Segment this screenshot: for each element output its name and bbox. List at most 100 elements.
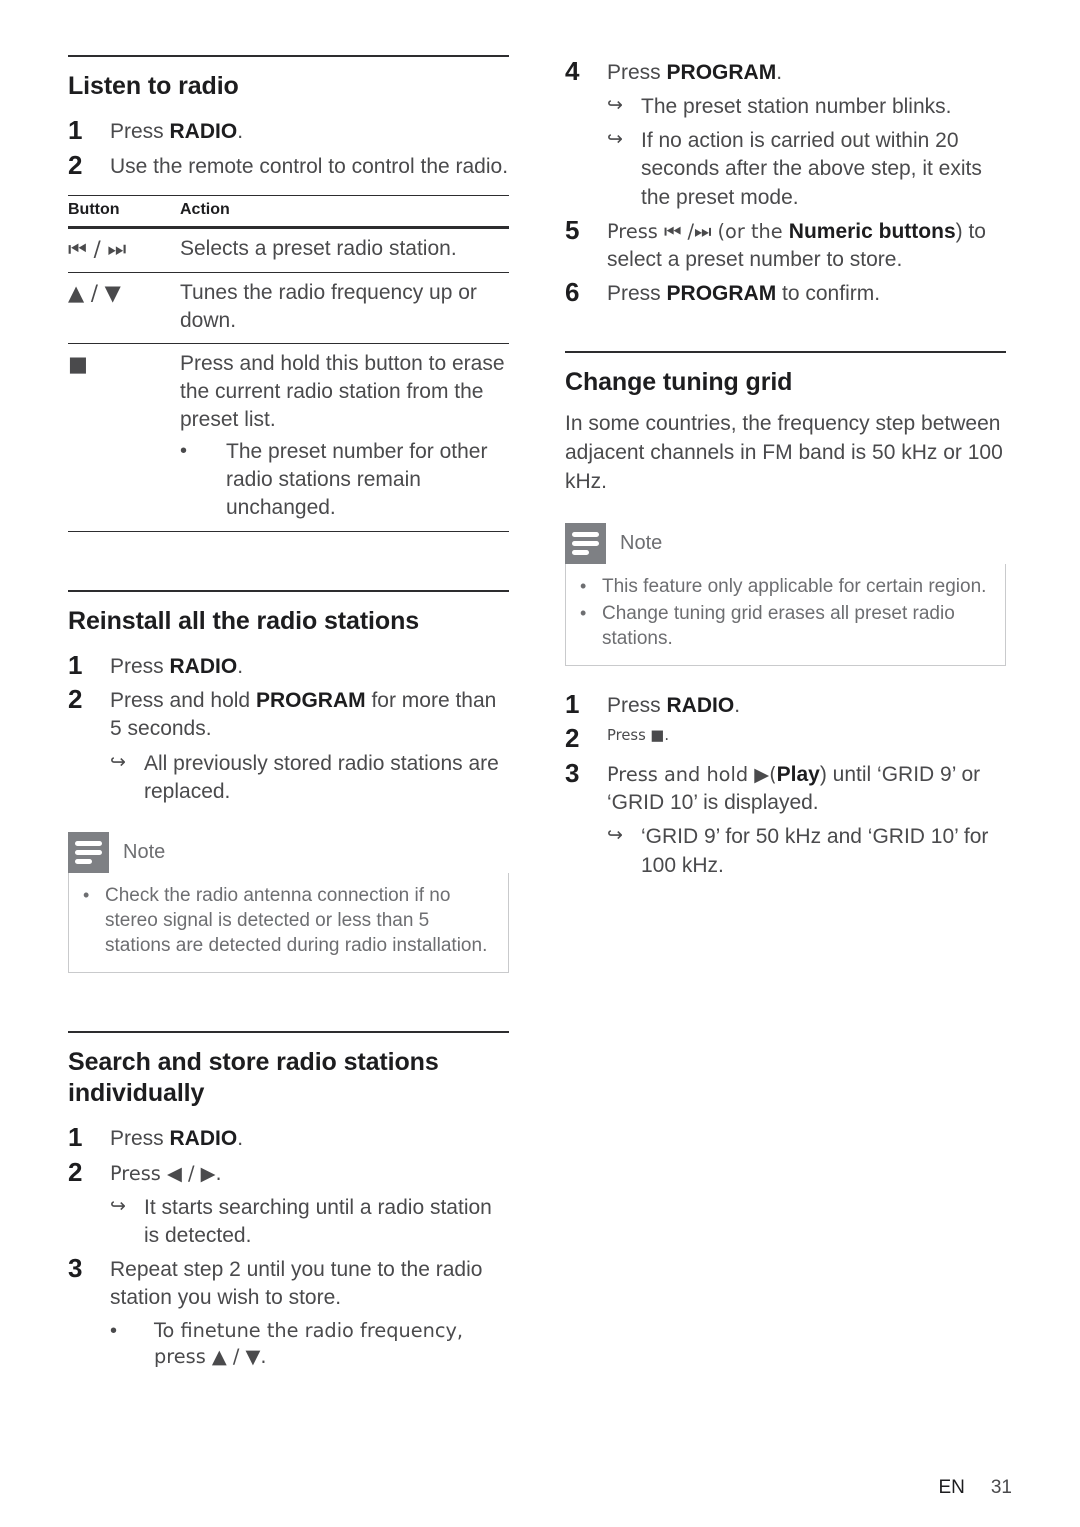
table-row: ▲ / ▼ Tunes the radio frequency up or do… <box>68 272 509 344</box>
step-text-post: . <box>734 693 741 717</box>
step-text-bold: Play <box>776 763 820 787</box>
note-icon-bar <box>75 849 102 855</box>
result-arrow-icon: ↪ <box>110 1195 126 1217</box>
note-icon-bar <box>75 840 102 846</box>
grid-steps: 1 Press RADIO. 2 Press ■. 3 Press and ho… <box>565 688 1006 880</box>
left-column: Listen to radio 1 Press RADIO. 2 Use the… <box>68 55 509 1372</box>
list-item: 2 Press and hold PROGRAM for more than 5… <box>68 683 509 806</box>
page-footer: EN 31 <box>938 1477 1012 1499</box>
table-body: ⏮ / ⏭ Selects a preset radio station. ▲ … <box>68 227 509 532</box>
step-text-bold: PROGRAM <box>666 281 777 305</box>
step-number: 1 <box>68 1122 83 1153</box>
note-item-text: This feature only applicable for certain… <box>602 575 987 597</box>
step-number: 6 <box>565 276 580 307</box>
bullet-dot-icon: • <box>580 575 587 596</box>
step-text-pre: Press <box>607 281 667 305</box>
list-item: • Change tuning grid erases all preset r… <box>580 601 991 651</box>
column-header-action: Action <box>180 195 509 230</box>
step-number: 2 <box>68 1156 83 1187</box>
list-item: 1 Press RADIO. <box>68 1121 509 1154</box>
step-text-bold: PROGRAM <box>255 689 366 713</box>
list-item: 2 Use the remote control to control the … <box>68 149 509 182</box>
table-row: ⏮ / ⏭ Selects a preset radio station. <box>68 227 509 273</box>
note-box: Note • This feature only applicable for … <box>565 522 1006 666</box>
section-paragraph: In some countries, the frequency step be… <box>565 411 1003 493</box>
step-text-post: . <box>237 1127 244 1151</box>
step-text-pre: Press and hold <box>110 689 256 713</box>
step-number: 1 <box>68 115 83 145</box>
result-arrow-icon: ↪ <box>607 129 623 151</box>
button-action-table: Button Action ⏮ / ⏭ Selects a preset rad… <box>68 195 509 532</box>
step-text-bold: PROGRAM <box>666 61 777 84</box>
section-listen-to-radio: Listen to radio 1 Press RADIO. 2 Use the… <box>68 55 509 532</box>
step-text-post: . <box>237 120 244 143</box>
step-text-pre: Press <box>607 693 667 717</box>
step-text-bold: Numeric buttons <box>788 219 956 243</box>
step-text: Press RADIO. <box>607 688 1006 720</box>
manual-page: Listen to radio 1 Press RADIO. 2 Use the… <box>0 0 1080 1527</box>
step-text: Press and hold ▶(Play) until ‘GRID 9’ or… <box>607 757 1006 880</box>
step-text-pre: Press <box>607 61 667 84</box>
step-text: Press ◀ / ▶. ↪ It starts searching until… <box>110 1156 509 1250</box>
table-row: ■ Press and hold this button to erase th… <box>68 343 509 532</box>
section-heading: Search and store radio stations individu… <box>68 1048 439 1108</box>
section-change-tuning-grid: Change tuning grid In some countries, th… <box>565 350 1006 880</box>
step-text-bold: RADIO <box>169 1127 238 1151</box>
column-header-button: Button <box>68 195 180 230</box>
list-item: 2 Press ◀ / ▶. ↪ It starts searching unt… <box>68 1156 509 1250</box>
cell-button-symbol: ⏮ / ⏭ <box>68 227 180 273</box>
result-text: If no action is carried out within 20 se… <box>641 129 982 209</box>
cell-action-text: Press and hold this button to erase the … <box>180 343 509 532</box>
step-text-post: . <box>776 61 783 84</box>
list-item: 6 Press PROGRAM to confirm. <box>565 276 1006 309</box>
step-number: 1 <box>68 649 83 680</box>
step-text-post: to confirm. <box>776 281 881 305</box>
section-heading: Reinstall all the radio stations <box>68 606 420 635</box>
step-text-bold: RADIO <box>666 693 735 717</box>
step-text: Press ⏮ /⏭ (or the Numeric buttons) to s… <box>607 214 1006 274</box>
section-heading: Change tuning grid <box>565 367 793 396</box>
step-result: ↪ If no action is carried out within 20 … <box>607 127 1006 211</box>
note-item-text: Change tuning grid erases all preset rad… <box>602 602 955 649</box>
list-item: 2 Press ■. <box>565 722 1006 755</box>
cell-action-text: Tunes the radio frequency up or down. <box>180 272 509 344</box>
section-divider <box>68 55 509 57</box>
note-item-text: Check the radio antenna connection if no… <box>105 884 488 956</box>
note-icon-bar <box>75 858 92 864</box>
note-title: Note <box>123 840 166 863</box>
note-header: Note <box>68 831 509 873</box>
step-text: Press PROGRAM to confirm. <box>607 276 1006 308</box>
step-number: 5 <box>565 214 580 245</box>
page-title: Listen to radio <box>68 72 239 100</box>
list-item: 4 Press PROGRAM. ↪ The preset station nu… <box>565 55 1006 212</box>
search-steps: 1 Press RADIO. 2 Press ◀ / ▶. ↪ It start… <box>68 1121 509 1370</box>
step-number: 2 <box>565 723 580 754</box>
step-text: Press RADIO. <box>110 649 509 681</box>
note-title: Note <box>620 531 663 554</box>
step-number: 1 <box>565 688 580 719</box>
note-icon-bar <box>572 549 589 555</box>
note-body: • Check the radio antenna connection if … <box>68 872 509 974</box>
section-divider <box>565 350 1006 353</box>
step-text: Press PROGRAM. ↪ The preset station numb… <box>607 55 1006 212</box>
cell-sub-bullet: • The preset number for other radio stat… <box>180 438 509 522</box>
section-reinstall-stations: Reinstall all the radio stations 1 Press… <box>68 589 509 974</box>
step-result: ↪ All previously stored radio stations a… <box>110 750 509 806</box>
section-divider <box>68 1031 509 1034</box>
step-text-post: . <box>237 654 244 678</box>
bullet-dot-icon: • <box>580 602 587 623</box>
note-list: • This feature only applicable for certa… <box>580 574 991 651</box>
table-header: Button Action <box>68 195 509 230</box>
note-box: Note • Check the radio antenna connectio… <box>68 831 509 974</box>
section-search-store-individually: Search and store radio stations individu… <box>68 1031 509 1370</box>
list-item: 3 Repeat step 2 until you tune to the ra… <box>68 1252 509 1370</box>
step-result: ↪ It starts searching until a radio stat… <box>110 1194 509 1250</box>
list-item: • This feature only applicable for certa… <box>580 574 991 599</box>
step-number: 2 <box>68 684 83 715</box>
step-text-bold: RADIO <box>169 120 238 143</box>
step-text-pre: Press <box>110 120 170 143</box>
